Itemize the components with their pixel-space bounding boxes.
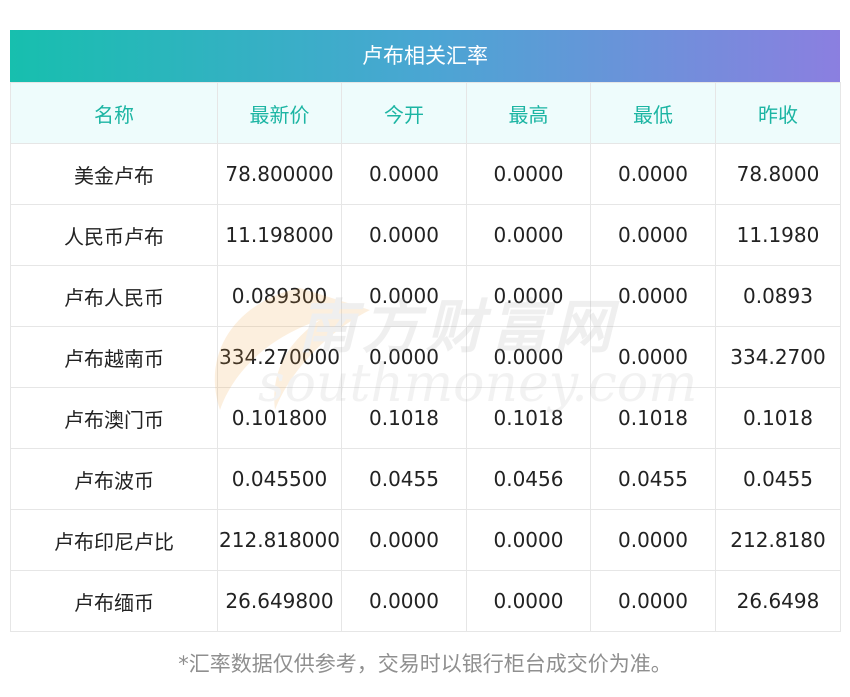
header-low: 最低 [590, 82, 716, 144]
cell-high: 0.0000 [466, 509, 591, 571]
cell-open: 0.0000 [341, 204, 467, 266]
cell-low: 0.1018 [590, 387, 716, 449]
cell-name: 卢布越南币 [10, 326, 218, 388]
table-row: 卢布波币 0.045500 0.0455 0.0456 0.0455 0.045… [10, 448, 841, 510]
table-row: 卢布印尼卢比 212.818000 0.0000 0.0000 0.0000 2… [10, 509, 841, 571]
cell-high: 0.0000 [466, 265, 591, 327]
header-open: 今开 [341, 82, 467, 144]
table-row: 卢布缅币 26.649800 0.0000 0.0000 0.0000 26.6… [10, 570, 841, 632]
cell-open: 0.1018 [341, 387, 467, 449]
cell-open: 0.0000 [341, 265, 467, 327]
cell-name: 卢布印尼卢比 [10, 509, 218, 571]
cell-latest: 11.198000 [217, 204, 342, 266]
cell-latest: 0.089300 [217, 265, 342, 327]
table-row: 卢布越南币 334.270000 0.0000 0.0000 0.0000 33… [10, 326, 841, 388]
cell-name: 卢布澳门币 [10, 387, 218, 449]
cell-open: 0.0000 [341, 143, 467, 205]
header-latest: 最新价 [217, 82, 342, 144]
cell-open: 0.0000 [341, 570, 467, 632]
cell-prev-close: 78.8000 [715, 143, 841, 205]
cell-latest: 212.818000 [217, 509, 342, 571]
cell-low: 0.0000 [590, 143, 716, 205]
cell-prev-close: 212.8180 [715, 509, 841, 571]
cell-prev-close: 0.1018 [715, 387, 841, 449]
cell-low: 0.0000 [590, 509, 716, 571]
cell-low: 0.0455 [590, 448, 716, 510]
cell-latest: 334.270000 [217, 326, 342, 388]
cell-prev-close: 0.0893 [715, 265, 841, 327]
cell-name: 美金卢布 [10, 143, 218, 205]
table-row: 美金卢布 78.800000 0.0000 0.0000 0.0000 78.8… [10, 143, 841, 205]
cell-low: 0.0000 [590, 204, 716, 266]
cell-open: 0.0000 [341, 326, 467, 388]
cell-open: 0.0000 [341, 509, 467, 571]
header-prev-close: 昨收 [715, 82, 841, 144]
cell-name: 卢布人民币 [10, 265, 218, 327]
rates-table: 名称 最新价 今开 最高 最低 昨收 美金卢布 78.800000 0.0000… [10, 82, 841, 632]
cell-prev-close: 26.6498 [715, 570, 841, 632]
cell-low: 0.0000 [590, 265, 716, 327]
cell-prev-close: 0.0455 [715, 448, 841, 510]
cell-latest: 0.101800 [217, 387, 342, 449]
cell-high: 0.1018 [466, 387, 591, 449]
cell-high: 0.0000 [466, 570, 591, 632]
cell-latest: 26.649800 [217, 570, 342, 632]
header-high: 最高 [466, 82, 591, 144]
table-header-row: 名称 最新价 今开 最高 最低 昨收 [10, 82, 841, 144]
cell-low: 0.0000 [590, 326, 716, 388]
cell-prev-close: 11.1980 [715, 204, 841, 266]
page: 卢布相关汇率 名称 最新价 今开 最高 最低 昨收 美金卢布 78.800000 [0, 0, 850, 697]
cell-name: 卢布缅币 [10, 570, 218, 632]
table-row: 人民币卢布 11.198000 0.0000 0.0000 0.0000 11.… [10, 204, 841, 266]
cell-high: 0.0000 [466, 326, 591, 388]
table-title: 卢布相关汇率 [10, 30, 840, 82]
cell-prev-close: 334.2700 [715, 326, 841, 388]
table-row: 卢布澳门币 0.101800 0.1018 0.1018 0.1018 0.10… [10, 387, 841, 449]
cell-low: 0.0000 [590, 570, 716, 632]
table-row: 卢布人民币 0.089300 0.0000 0.0000 0.0000 0.08… [10, 265, 841, 327]
cell-high: 0.0000 [466, 143, 591, 205]
cell-latest: 78.800000 [217, 143, 342, 205]
cell-name: 卢布波币 [10, 448, 218, 510]
header-name: 名称 [10, 82, 218, 144]
cell-open: 0.0455 [341, 448, 467, 510]
cell-name: 人民币卢布 [10, 204, 218, 266]
cell-latest: 0.045500 [217, 448, 342, 510]
cell-high: 0.0456 [466, 448, 591, 510]
cell-high: 0.0000 [466, 204, 591, 266]
footnote: *汇率数据仅供参考，交易时以银行柜台成交价为准。 [178, 652, 672, 676]
